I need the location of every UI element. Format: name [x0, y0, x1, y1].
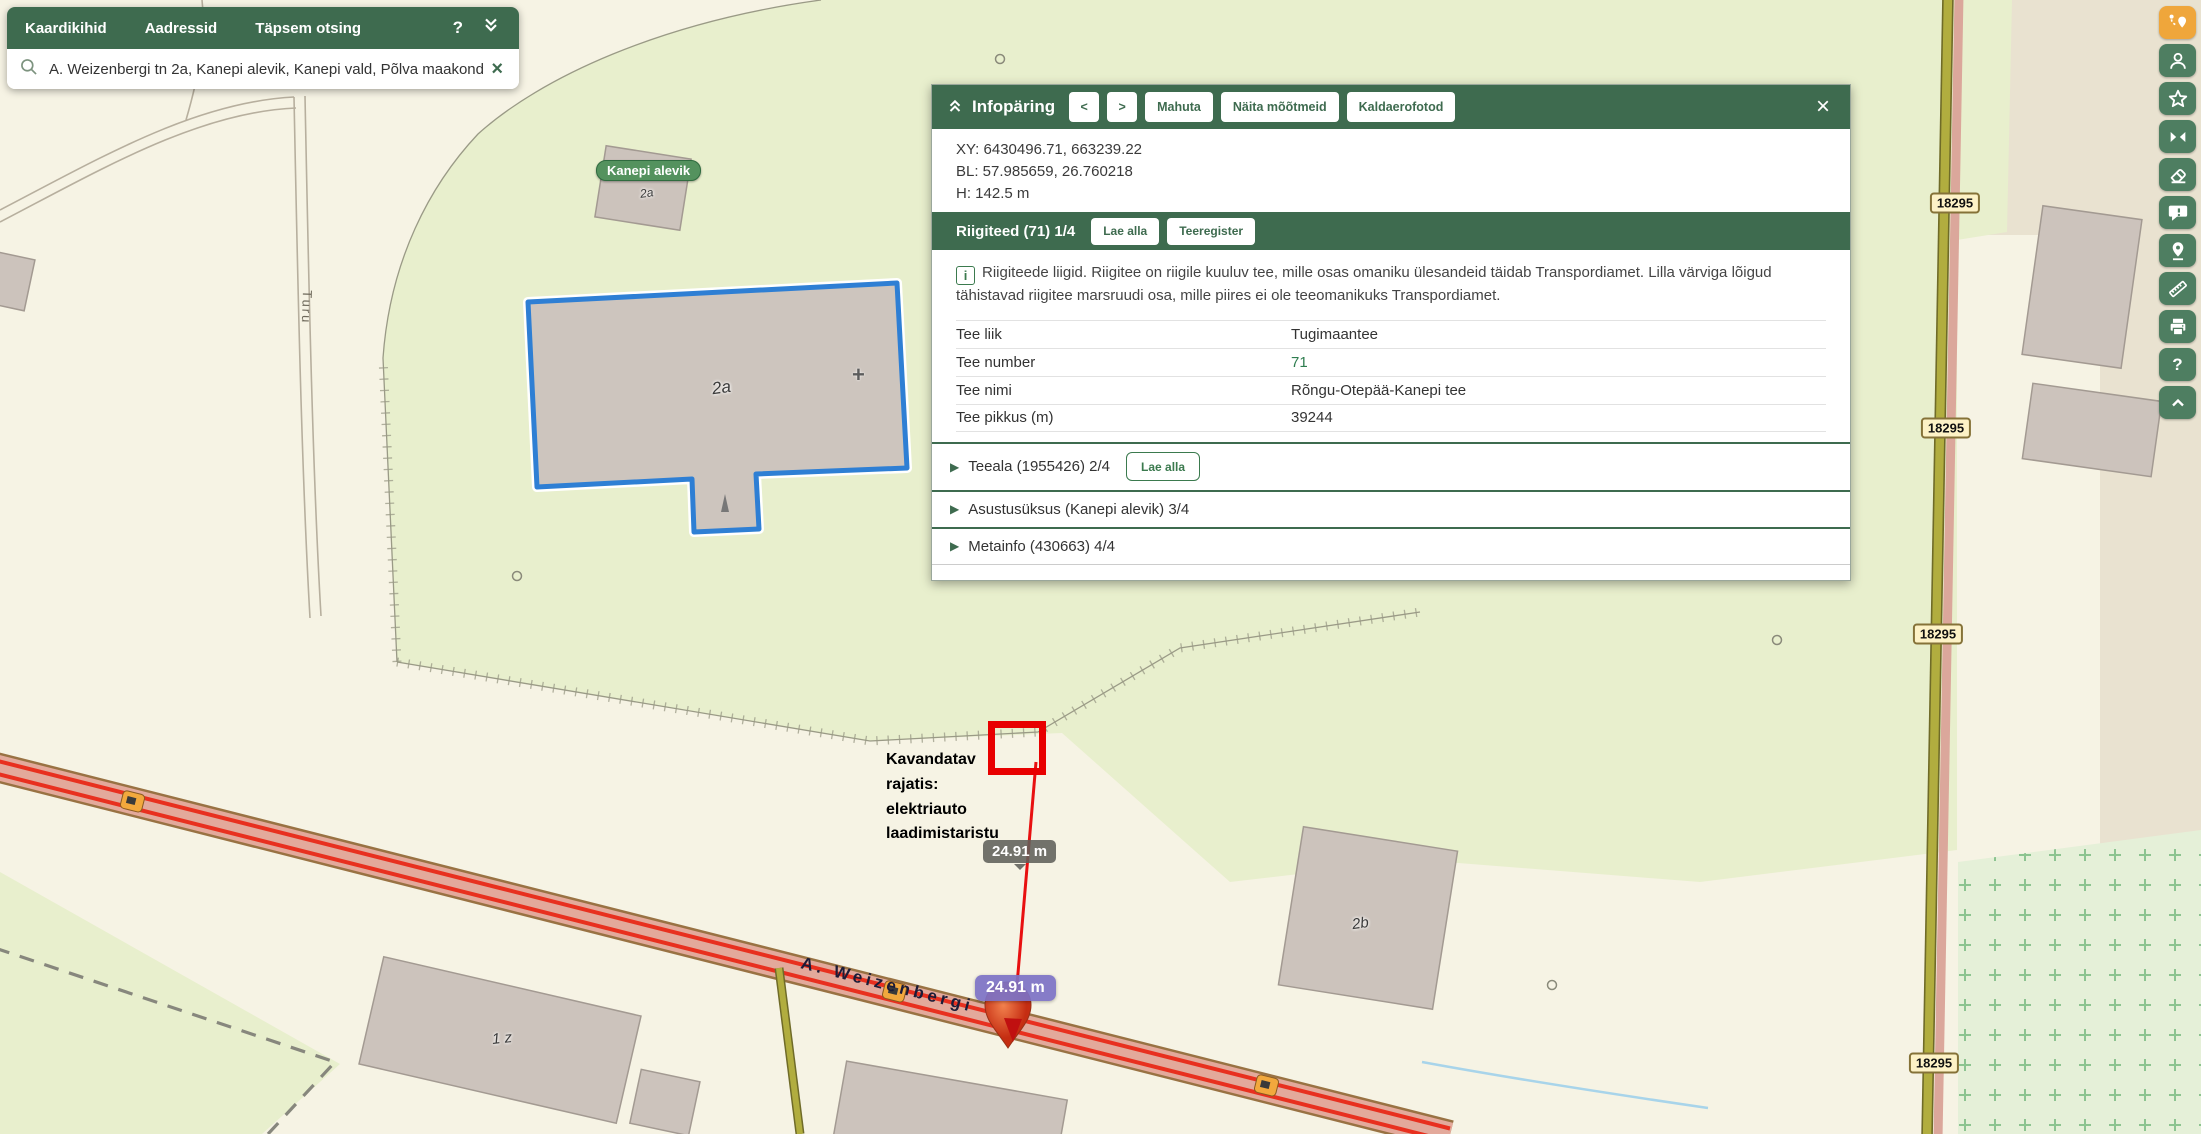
double-chevron-up-icon[interactable] — [946, 96, 964, 119]
menu-item-aadressid[interactable]: Aadressid — [145, 20, 218, 37]
expand-arrow-icon: ▶ — [950, 502, 959, 516]
orchard-pattern — [1958, 830, 2201, 1134]
road-number-badge: 18295 — [1921, 418, 1971, 439]
application-window: A. Weizenbergi Turu Kanepi alevik 2a 2a … — [0, 0, 2201, 1134]
table-row: Tee liik Tugimaantee — [956, 320, 1826, 348]
download-button[interactable]: Lae alla — [1091, 218, 1159, 245]
section-metainfo[interactable]: ▶ Metainfo (430663) 4/4 — [932, 527, 1850, 564]
coordinate-xy: XY: 6430496.71, 663239.22 — [956, 139, 1826, 161]
compare-icon[interactable] — [2159, 120, 2196, 153]
road-register-button[interactable]: Teeregister — [1167, 218, 1255, 245]
attribute-table: Tee liik Tugimaantee Tee number 71 Tee n… — [956, 320, 1826, 432]
attr-value: Rõngu-Otepää-Kanepi tee — [1291, 382, 1826, 399]
attr-label: Tee liik — [956, 326, 1291, 343]
description-text: Riigiteede liigid. Riigitee on riigile k… — [956, 264, 1772, 304]
next-feature-button[interactable]: > — [1107, 92, 1137, 122]
printer-icon[interactable] — [2159, 310, 2196, 343]
building-label-2a: 2a — [711, 377, 733, 399]
clear-search-icon[interactable]: × — [487, 58, 507, 81]
coordinate-h: H: 142.5 m — [956, 183, 1826, 205]
table-row: Tee pikkus (m) 39244 — [956, 404, 1826, 432]
attr-label: Tee nimi — [956, 382, 1291, 399]
oblique-photos-button[interactable]: Kaldaerofotod — [1347, 92, 1456, 122]
expand-arrow-icon: ▶ — [950, 460, 959, 474]
road-number-badge: 18295 — [1913, 624, 1963, 645]
church-cross-icon: + — [852, 362, 865, 388]
fit-button[interactable]: Mahuta — [1145, 92, 1213, 122]
planned-site-annotation: Kavandatav rajatis: elektriauto laadimis… — [886, 748, 1046, 847]
help-label: ? — [2172, 355, 2182, 375]
settlement-label: Kanepi alevik — [596, 160, 701, 181]
attr-value: Tugimaantee — [1291, 326, 1826, 343]
route-icon[interactable] — [2159, 6, 2196, 39]
menu-bar: Kaardikihid Aadressid Täpsem otsing ? — [7, 7, 519, 49]
building-label-2b: 2b — [1351, 914, 1370, 933]
road-number-badge: 18295 — [1930, 193, 1980, 214]
coordinate-bl: BL: 57.985659, 26.760218 — [956, 161, 1826, 183]
search-input[interactable] — [47, 60, 487, 79]
ruler-icon[interactable] — [2159, 272, 2196, 305]
eraser-icon[interactable] — [2159, 158, 2196, 191]
path-name-label: Turu — [299, 290, 315, 325]
close-icon[interactable]: × — [1810, 95, 1836, 119]
menu-item-kaardikihid[interactable]: Kaardikihid — [25, 20, 107, 37]
measure-label-top: 24.91 m — [983, 840, 1056, 863]
feedback-icon[interactable] — [2159, 196, 2196, 229]
search-icon — [19, 57, 39, 82]
feature-description: iRiigiteede liigid. Riigitee on riigile … — [932, 250, 1850, 318]
info-panel-header: Infopäring < > Mahuta Näita mõõtmeid Kal… — [932, 85, 1850, 129]
info-icon: i — [956, 266, 975, 285]
double-chevron-down-icon[interactable] — [481, 16, 501, 41]
search-panel: Kaardikihid Aadressid Täpsem otsing ? × — [7, 7, 519, 89]
feature-header: Riigiteed (71) 1/4 Lae alla Teeregister — [932, 212, 1850, 250]
attr-value: 39244 — [1291, 409, 1826, 426]
road-number-badge: 18295 — [1909, 1053, 1959, 1074]
table-row: Tee nimi Rõngu-Otepää-Kanepi tee — [956, 376, 1826, 404]
menu-item-tapsem-otsing[interactable]: Täpsem otsing — [255, 20, 361, 37]
road-number-link[interactable]: 71 — [1291, 354, 1826, 371]
section-label: Asustusüksus (Kanepi alevik) 3/4 — [968, 501, 1189, 518]
star-icon[interactable] — [2159, 82, 2196, 115]
attr-label: Tee pikkus (m) — [956, 409, 1291, 426]
help-icon[interactable]: ? — [2159, 348, 2196, 381]
coordinates-block: XY: 6430496.71, 663239.22 BL: 57.985659,… — [932, 129, 1850, 212]
section-teeala[interactable]: ▶ Teeala (1955426) 2/4 Lae alla — [932, 442, 1850, 490]
help-icon[interactable]: ? — [453, 18, 463, 38]
search-bar: × — [7, 49, 519, 89]
user-icon[interactable] — [2159, 44, 2196, 77]
prev-feature-button[interactable]: < — [1069, 92, 1099, 122]
section-label: Teeala (1955426) 2/4 — [968, 458, 1110, 475]
feature-title: Riigiteed (71) 1/4 — [956, 223, 1075, 240]
info-panel: Infopäring < > Mahuta Näita mõõtmeid Kal… — [931, 84, 1851, 581]
table-row: Tee number 71 — [956, 348, 1826, 376]
show-measures-button[interactable]: Näita mõõtmeid — [1221, 92, 1339, 122]
building-label-1z: 1 z — [491, 1029, 513, 1048]
section-asustusuksus[interactable]: ▶ Asustusüksus (Kanepi alevik) 3/4 — [932, 490, 1850, 527]
building-label-2a-small: 2a — [639, 185, 654, 201]
collapse-toolbar-icon[interactable] — [2159, 386, 2196, 419]
location-icon[interactable] — [2159, 234, 2196, 267]
attr-label: Tee number — [956, 354, 1291, 371]
section-label: Metainfo (430663) 4/4 — [968, 538, 1115, 555]
measure-label-bottom: 24.91 m — [975, 975, 1056, 1001]
panel-footer — [932, 564, 1850, 580]
info-panel-title: Infopäring — [972, 97, 1055, 117]
expand-arrow-icon: ▶ — [950, 539, 959, 553]
download-button[interactable]: Lae alla — [1126, 452, 1200, 481]
map-toolbar: ? — [2159, 6, 2199, 424]
